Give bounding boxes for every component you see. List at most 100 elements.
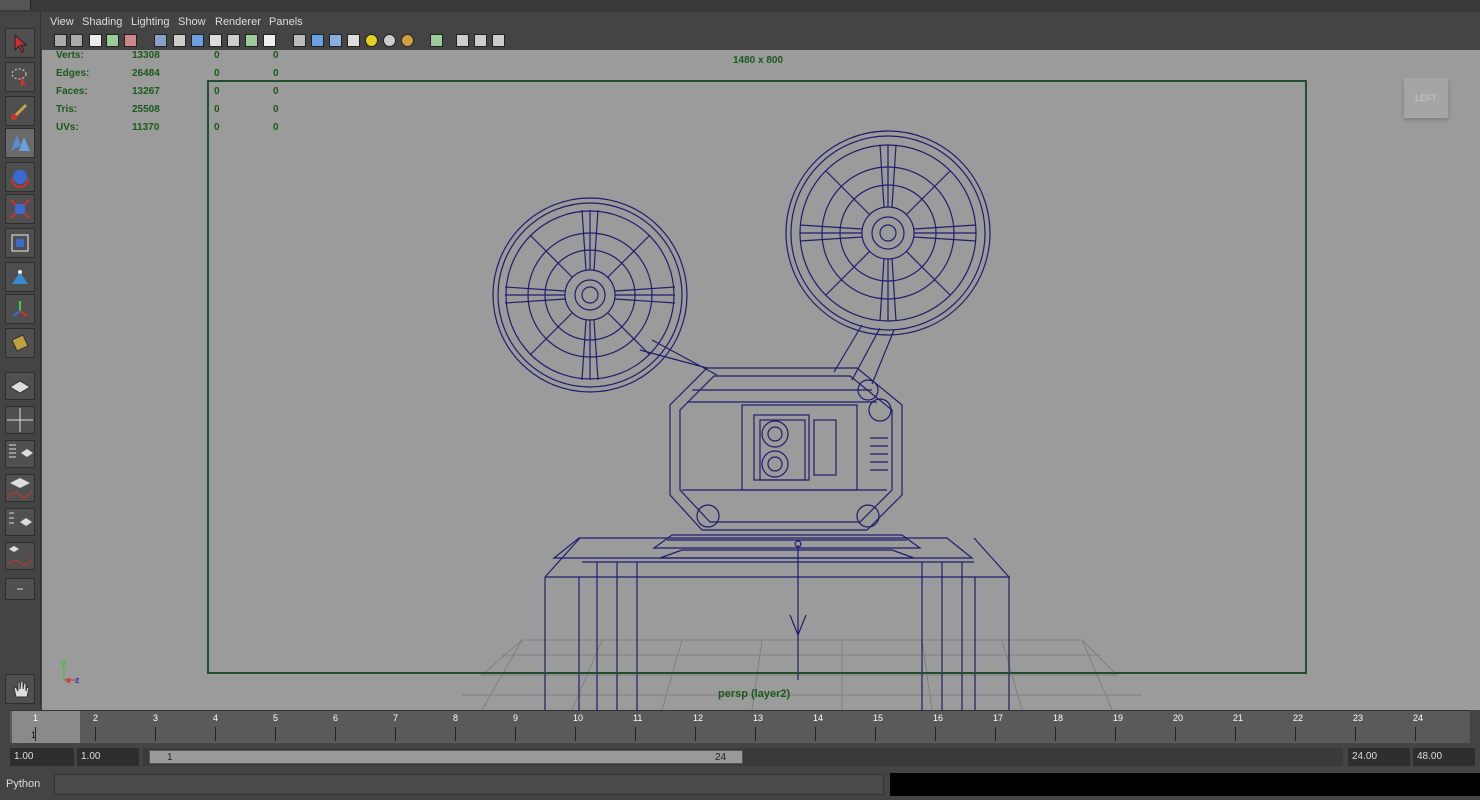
menu-lighting[interactable]: Lighting: [131, 16, 170, 28]
top-strip-button[interactable]: [0, 0, 31, 10]
layout-custom-icon[interactable]: [5, 542, 35, 570]
timeline-tick-mark: [35, 727, 36, 741]
anim-end-field[interactable]: 48.00: [1413, 748, 1475, 766]
view-cube[interactable]: LEFT: [1404, 78, 1448, 118]
hud-uvs-value: 11370: [132, 122, 160, 133]
timeline-tick-label: 17: [993, 713, 1004, 723]
timeline-tick-mark: [635, 727, 636, 741]
hud-tris-value: 25508: [132, 104, 160, 115]
camera-attributes-icon[interactable]: [70, 34, 83, 47]
show-manipulator-icon[interactable]: [5, 294, 35, 324]
hud-faces-value: 13267: [132, 86, 160, 97]
command-result-field: [890, 773, 1480, 796]
hud-verts-b: 0: [273, 50, 279, 61]
safe-title-icon[interactable]: [263, 34, 276, 47]
resolution-gate-icon[interactable]: [191, 34, 204, 47]
smooth-shade-icon[interactable]: [311, 34, 324, 47]
range-slider-track[interactable]: 1 24: [143, 748, 1343, 766]
current-time-marker[interactable]: [12, 711, 80, 743]
layout-single-pane-icon[interactable]: [5, 372, 35, 400]
timeline-tick-label: 6: [333, 713, 339, 723]
polygon-tool-icon[interactable]: [5, 128, 35, 158]
timeline-tick-label: 4: [213, 713, 219, 723]
timeline-tick-label: 24: [1413, 713, 1424, 723]
hud-verts-a: 0: [214, 50, 220, 61]
command-line-bar: Python: [0, 771, 1480, 800]
rotate-tool-icon[interactable]: [5, 162, 35, 192]
timeline-tick-mark: [875, 727, 876, 741]
menu-view[interactable]: View: [50, 16, 74, 28]
hud-tris-label: Tris:: [56, 104, 78, 115]
hud-verts-value: 13308: [132, 50, 160, 61]
resolution-gate: [207, 80, 1307, 674]
timeline-tick-mark: [155, 727, 156, 741]
timeline-tick-mark: [1415, 727, 1416, 741]
xray-icon[interactable]: [456, 34, 469, 47]
select-tool-icon[interactable]: [5, 28, 35, 58]
image-plane-icon[interactable]: [106, 34, 119, 47]
timeline-tick-label: 16: [933, 713, 944, 723]
hud-edges-value: 26484: [132, 68, 160, 79]
time-slider[interactable]: 1 1 2 3 4 5 6 7 8 9 10 11 12 13 14 15 16 17 18 19 20 21 22 23 2…: [10, 710, 1470, 743]
lasso-tool-icon[interactable]: [5, 62, 35, 92]
isolate-select-icon[interactable]: [430, 34, 443, 47]
camera-label: persp (layer2): [718, 688, 791, 700]
xray-joints-icon[interactable]: [474, 34, 487, 47]
paint-select-tool-icon[interactable]: [5, 96, 35, 126]
timeline-tick-mark: [755, 727, 756, 741]
layout-more-icon[interactable]: [5, 578, 35, 600]
timeline-tick-label: 22: [1293, 713, 1304, 723]
script-language-label[interactable]: Python: [6, 778, 40, 790]
timeline-tick-label: 2: [93, 713, 99, 723]
timeline-tick-label: 19: [1113, 713, 1124, 723]
safe-action-icon[interactable]: [245, 34, 258, 47]
anim-start-field[interactable]: 1.00: [77, 748, 139, 766]
layout-outliner-persp-icon[interactable]: [5, 440, 35, 468]
layout-four-pane-icon[interactable]: [5, 406, 35, 434]
menu-renderer[interactable]: Renderer: [215, 16, 261, 28]
gate-mask-icon[interactable]: [209, 34, 222, 47]
command-input[interactable]: [54, 774, 884, 795]
wireframe-on-shaded-icon[interactable]: [329, 34, 342, 47]
bookmark-icon[interactable]: [89, 34, 102, 47]
soft-modify-tool-icon[interactable]: [5, 262, 35, 292]
menu-shading[interactable]: Shading: [82, 16, 122, 28]
xray-active-icon[interactable]: [492, 34, 505, 47]
timeline-tick-mark: [995, 727, 996, 741]
timeline-tick-mark: [515, 727, 516, 741]
timeline-tick-mark: [1235, 727, 1236, 741]
end-time-field[interactable]: 24.00: [1348, 748, 1410, 766]
timeline-tick-mark: [395, 727, 396, 741]
wireframe-icon[interactable]: [293, 34, 306, 47]
menu-panels[interactable]: Panels: [269, 16, 303, 28]
grease-pencil-icon[interactable]: [124, 34, 137, 47]
hud-verts-label: Verts:: [56, 50, 84, 61]
timeline-tick-label: 7: [393, 713, 399, 723]
timeline-tick-mark: [1055, 727, 1056, 741]
use-all-lights-icon[interactable]: [365, 34, 378, 47]
uv-tool-icon[interactable]: [5, 328, 35, 358]
viewport-persp[interactable]: Verts: 13308 0 0 Edges: 26484 0 0 Faces:…: [42, 50, 1480, 710]
hand-tool-icon[interactable]: [5, 674, 35, 704]
screen-space-ao-icon[interactable]: [401, 34, 414, 47]
layout-hypershade-icon[interactable]: [5, 508, 35, 536]
layout-persp-graph-icon[interactable]: [5, 474, 35, 502]
timeline-tick-label: 12: [693, 713, 704, 723]
range-slider-handle[interactable]: 1 24: [149, 750, 743, 764]
timeline-tick-mark: [815, 727, 816, 741]
film-gate-icon[interactable]: [173, 34, 186, 47]
timeline-tick-label: 14: [813, 713, 824, 723]
select-camera-icon[interactable]: [54, 34, 67, 47]
textured-icon[interactable]: [347, 34, 360, 47]
start-time-field[interactable]: 1.00: [10, 748, 74, 766]
hud-edges-a: 0: [214, 68, 220, 79]
field-chart-icon[interactable]: [227, 34, 240, 47]
universal-manipulator-icon[interactable]: [5, 228, 35, 258]
menu-show[interactable]: Show: [178, 16, 206, 28]
shadows-icon[interactable]: [383, 34, 396, 47]
timeline-tick-mark: [935, 727, 936, 741]
scale-tool-icon[interactable]: [5, 194, 35, 224]
grid-icon[interactable]: [154, 34, 167, 47]
axis-x-label: x: [66, 675, 72, 685]
view-cube-face-label: LEFT: [1414, 93, 1437, 103]
